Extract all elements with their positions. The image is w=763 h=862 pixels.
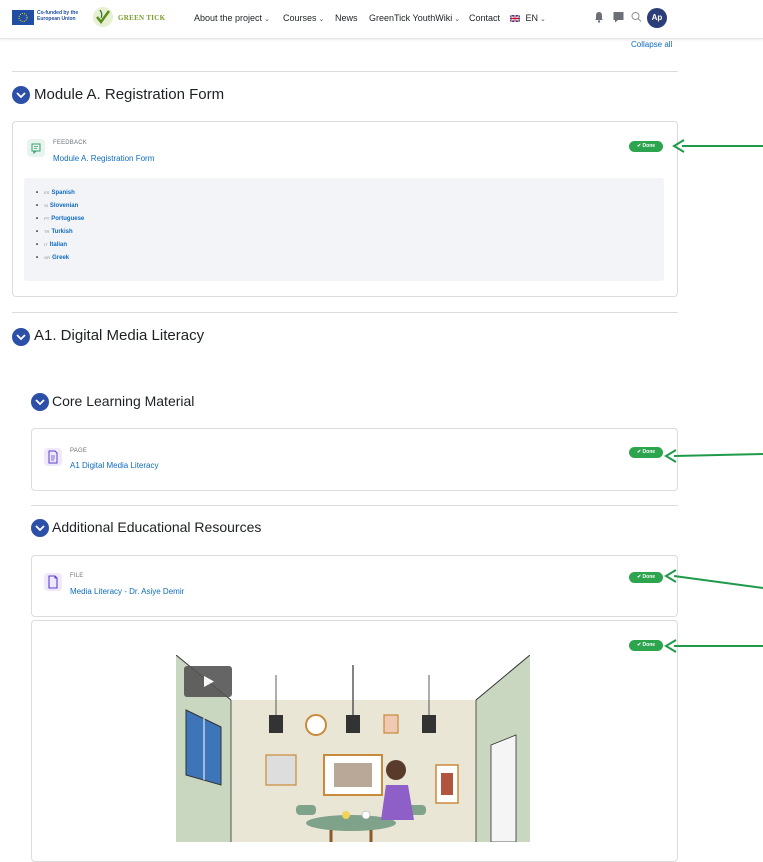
completion-status-badge[interactable]: ✔ Done — [629, 447, 663, 458]
arrow-annotation-icon — [664, 449, 763, 463]
page-icon — [44, 448, 62, 466]
section-title-module-a[interactable]: Module A. Registration Form — [34, 86, 224, 103]
subsection-title-additional[interactable]: Additional Educational Resources — [52, 519, 261, 535]
language-selector[interactable]: EN ⌄ — [509, 13, 546, 23]
arrow-annotation-icon — [672, 139, 763, 153]
nav-courses[interactable]: Courses ⌄ — [283, 13, 324, 23]
completion-status-badge[interactable]: ✔ Done — [629, 640, 663, 651]
uk-flag-icon — [509, 13, 521, 23]
user-avatar[interactable]: Ap — [647, 8, 667, 28]
brand-name[interactable]: GREEN TICK — [118, 14, 165, 22]
activity-link-a1-page[interactable]: A1 Digital Media Literacy — [70, 461, 158, 470]
chevron-down-icon: ⌄ — [264, 16, 270, 23]
chevron-down-icon: ⌄ — [454, 16, 461, 23]
green-tick-logo-icon[interactable] — [92, 6, 114, 28]
chat-icon[interactable] — [613, 10, 624, 28]
activity-card-page — [31, 428, 678, 491]
chevron-down-icon — [16, 334, 26, 341]
language-item[interactable]: • GR Greek — [36, 255, 69, 261]
video-play-button[interactable] — [184, 666, 232, 697]
language-item[interactable]: • TR Turkish — [36, 229, 73, 235]
language-item[interactable]: • SI Slovenian — [36, 203, 78, 209]
file-icon — [44, 573, 62, 591]
language-label: EN — [525, 13, 539, 23]
section-collapse-toggle[interactable] — [12, 328, 30, 346]
nav-courses-label: Courses — [283, 13, 317, 23]
chevron-down-icon: ⌄ — [540, 16, 546, 23]
subsection-collapse-toggle[interactable] — [31, 519, 49, 537]
subsection-divider — [31, 505, 678, 506]
top-navbar: Co-funded by the European Union GREEN TI… — [0, 0, 763, 39]
activity-type-label: PAGE — [70, 448, 88, 454]
completion-status-badge[interactable]: ✔ Done — [629, 141, 663, 152]
arrow-annotation-icon — [664, 569, 763, 589]
activity-link-registration-form[interactable]: Module A. Registration Form — [53, 154, 154, 163]
activity-type-label: FEEDBACK — [53, 140, 87, 146]
search-icon[interactable] — [631, 10, 642, 28]
section-collapse-toggle[interactable] — [12, 86, 30, 104]
nav-about-project[interactable]: About the project ⌄ — [194, 13, 270, 23]
language-item[interactable]: • PT Portuguese — [36, 216, 84, 222]
activity-type-label: FILE — [70, 573, 84, 579]
subsection-title-core[interactable]: Core Learning Material — [52, 393, 194, 409]
eu-flag-icon — [12, 10, 34, 25]
status-text: Done — [642, 574, 656, 580]
eu-cofunded-label: Co-funded by the European Union — [37, 10, 79, 22]
status-text: Done — [642, 642, 656, 648]
language-item[interactable]: • IT Italian — [36, 242, 67, 248]
section-divider — [12, 312, 678, 313]
collapse-all-link[interactable]: Collapse all — [631, 40, 672, 49]
section-title-a1[interactable]: A1. Digital Media Literacy — [34, 327, 204, 344]
activity-link-media-literacy-file[interactable]: Media Literacy - Dr. Asiye Demir — [70, 587, 184, 596]
status-text: Done — [642, 449, 656, 455]
bell-icon[interactable] — [594, 10, 604, 28]
nav-about-label: About the project — [194, 13, 263, 23]
language-list: • ES Spanish • SI Slovenian • PT Portuguese • T… — [24, 178, 664, 281]
nav-contact-label: Contact — [469, 13, 501, 23]
completion-status-badge[interactable]: ✔ Done — [629, 572, 663, 583]
nav-youthwiki-label: GreenTick YouthWiki — [369, 13, 453, 23]
chevron-down-icon — [35, 399, 45, 406]
status-text: Done — [642, 143, 656, 149]
arrow-annotation-icon — [664, 639, 763, 653]
nav-youthwiki[interactable]: GreenTick YouthWiki ⌄ — [369, 13, 460, 23]
chevron-down-icon — [16, 92, 26, 99]
language-item[interactable]: • ES Spanish — [36, 190, 75, 196]
section-divider — [12, 71, 678, 72]
nav-news[interactable]: News — [335, 13, 358, 23]
chevron-down-icon — [35, 525, 45, 532]
play-icon — [204, 676, 214, 687]
feedback-icon — [27, 139, 45, 157]
chevron-down-icon: ⌄ — [318, 16, 325, 23]
subsection-collapse-toggle[interactable] — [31, 393, 49, 411]
nav-contact[interactable]: Contact — [469, 13, 500, 23]
nav-news-label: News — [335, 13, 358, 23]
activity-card-file — [31, 555, 678, 617]
